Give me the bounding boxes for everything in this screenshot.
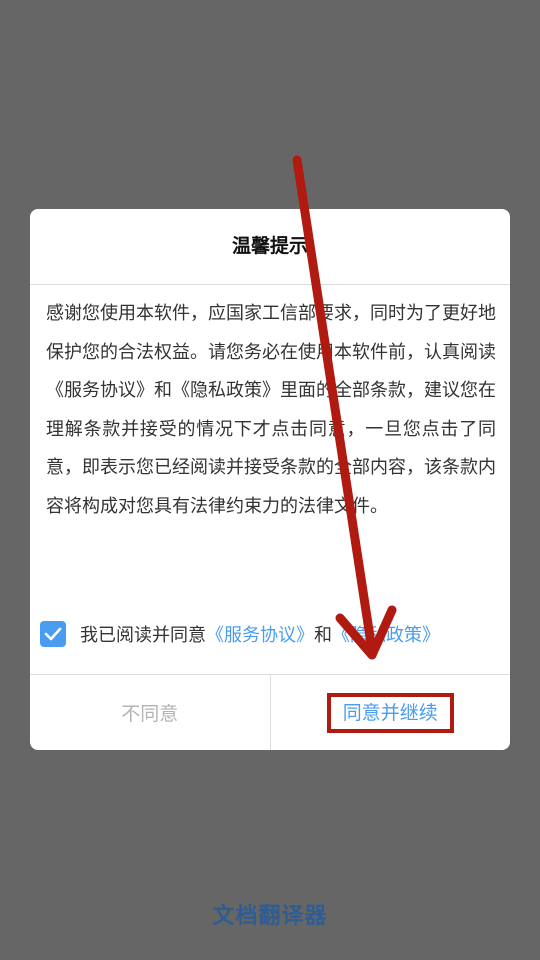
agree-button-highlight: 同意并继续	[326, 692, 454, 733]
check-icon	[44, 627, 62, 641]
agreement-row: 我已阅读并同意 《服务协议》 和 《隐私政策》	[40, 617, 440, 651]
agreement-conjunction: 和	[314, 625, 332, 646]
dialog-title: 温馨提示	[30, 209, 510, 285]
service-agreement-link[interactable]: 《服务协议》	[206, 621, 314, 647]
agreement-prefix: 我已阅读并同意	[80, 625, 206, 646]
privacy-policy-link[interactable]: 《隐私政策》	[332, 621, 440, 647]
app-name: 文档翻译器	[212, 904, 328, 929]
agree-button-label: 同意并继续	[342, 701, 438, 724]
disagree-button[interactable]: 不同意	[30, 675, 271, 750]
dialog-body-text: 感谢您使用本软件，应国家工信部要求，同时为了更好地保护您的合法权益。请您务必在使…	[46, 303, 496, 517]
agreement-checkbox[interactable]	[40, 621, 66, 647]
agree-continue-button[interactable]: 同意并继续	[271, 675, 511, 750]
dialog-button-bar: 不同意 同意并继续	[30, 674, 510, 750]
privacy-dialog: 温馨提示 感谢您使用本软件，应国家工信部要求，同时为了更好地保护您的合法权益。请…	[30, 209, 510, 750]
screen: 温馨提示 感谢您使用本软件，应国家工信部要求，同时为了更好地保护您的合法权益。请…	[0, 0, 540, 960]
disagree-button-label: 不同意	[121, 703, 179, 725]
